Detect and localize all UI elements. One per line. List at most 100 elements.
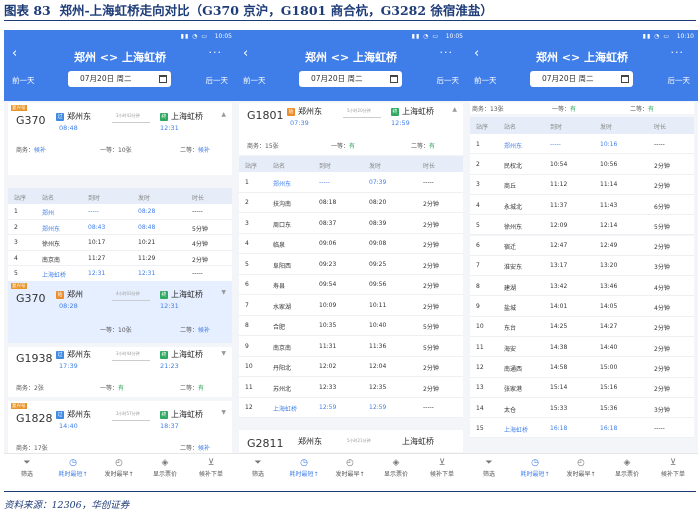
filter-button[interactable]: ⏷ 筛选 [235, 457, 281, 478]
sort-duration-button[interactable]: ◷ 耗时最短↑ [281, 457, 327, 478]
departure-station: 郑州东 [298, 437, 322, 446]
figure-title: 郑州-上海虹桥走向对比（G370 京沪，G1801 商合杭，G3282 徐宿淮盐… [59, 3, 493, 18]
train-card[interactable]: G1801 始 郑州东 07:39 5小时20分钟 终 上海虹桥 12:59 ▲… [239, 103, 463, 155]
start-icon: 始 [287, 108, 295, 116]
fuxing-badge: 复兴号 [11, 105, 27, 111]
arrival-time: 13:17 [550, 262, 568, 270]
train-card[interactable]: 复兴号 G1828 过 郑州东 14:40 3小时57分钟 终 上海虹桥 18:… [8, 401, 232, 453]
stop-index: 2 [245, 199, 249, 207]
seat-first: 一等：有 [331, 143, 356, 150]
next-day-button[interactable]: 后一天 [206, 75, 229, 86]
duration: 4小时03分钟 [116, 291, 140, 296]
departure-time: 12:04 [369, 363, 387, 371]
filter-button[interactable]: ⏷ 筛选 [466, 457, 512, 478]
clock-icon: ◷ [69, 458, 77, 468]
departure-time: 12:49 [600, 242, 618, 250]
sort-duration-button[interactable]: ◷ 耗时最短↑ [512, 457, 558, 478]
train-card[interactable]: 复兴号 G370 始 郑州 08:28 4小时03分钟 终 上海虹桥 12:31… [8, 281, 232, 343]
more-icon[interactable]: ··· [440, 46, 454, 59]
arrival-station: 上海虹桥 [171, 350, 203, 359]
stop-index: 4 [476, 201, 480, 209]
date-picker[interactable]: 07月20日 周二 [68, 71, 171, 87]
arrival-time: 11:12 [550, 181, 568, 189]
train-number: G1801 [247, 109, 284, 122]
arrival-time: 10:35 [319, 322, 337, 330]
stop-name: 东台 [504, 325, 517, 333]
stop-duration: 5分钟 [654, 223, 670, 231]
arrival-time: ----- [319, 178, 330, 186]
chevron-up-icon[interactable]: ▲ [221, 111, 226, 118]
stop-row: 7 水家湖 10:09 10:11 2分钟 [239, 295, 463, 316]
train-card[interactable]: G1938 过 郑州东 17:39 3小时44分钟 终 上海虹桥 21:23 ▼… [8, 347, 232, 397]
stop-name: 上海虹桥 [42, 272, 67, 280]
next-day-button[interactable]: 后一天 [437, 75, 460, 86]
status-bar: ▮▮ ◔ ▭ 10:05 [180, 33, 232, 40]
sort-departure-button[interactable]: ◴ 发时最早↑ [96, 457, 142, 478]
chevron-down-icon[interactable]: ▼ [221, 289, 226, 296]
departure-station: 郑州东 [67, 112, 91, 121]
stop-table-header: 站序 站名 到时 发时 时长 [8, 188, 232, 204]
sort-duration-button[interactable]: ◷ 耗时最短↑ [50, 457, 96, 478]
arrival-station: 上海虹桥 [171, 290, 203, 299]
train-card[interactable]: 复兴号 G370 过 郑州东 08:48 3小时43分钟 终 上海虹桥 12:3… [8, 103, 232, 175]
stop-row: 10 丹阳北 12:02 12:04 2分钟 [239, 356, 463, 377]
arrival-time: 11:27 [88, 254, 106, 262]
more-icon[interactable]: ··· [209, 46, 223, 59]
stop-table-header: 站序 站名 到时 发时 时长 [470, 117, 694, 134]
stop-duration: ----- [654, 140, 665, 148]
app-header: ▮▮ ◔ ▭ 10:05 ‹ 郑州 <> 上海虹桥 ··· 前一天 07月20日 … [235, 30, 467, 101]
filter-button[interactable]: ⏷ 筛选 [4, 457, 50, 478]
chevron-up-icon[interactable]: ▲ [452, 106, 457, 113]
stop-row: 2 郑州东 08:43 08:48 5分钟 [8, 219, 232, 235]
candidate-order-button[interactable]: ⊻ 候补下单 [188, 457, 234, 478]
phone-screenshot-2: ▮▮ ◔ ▭ 10:05 ‹ 郑州 <> 上海虹桥 ··· 前一天 07月20日 … [235, 30, 467, 487]
stop-index: 3 [476, 181, 480, 189]
stop-duration: 2分钟 [654, 345, 670, 353]
arrival-time: 12:59 [391, 119, 410, 127]
stop-row: 14 太仓 15:33 15:36 3分钟 [470, 397, 694, 419]
show-price-button[interactable]: ◈ 显示票价 [373, 457, 419, 478]
prev-day-button[interactable]: 前一天 [474, 75, 497, 86]
train-card[interactable]: G2811 郑州东 5小时21分钟 上海虹桥 [239, 430, 463, 452]
departure-time: 08:39 [369, 219, 387, 227]
chevron-down-icon[interactable]: ▼ [221, 350, 226, 357]
arrival-time: 12:47 [550, 242, 568, 250]
date-picker[interactable]: 07月20日 周二 [299, 71, 402, 87]
seat-summary: 商务：13张 一等：有 二等：有 [470, 102, 694, 114]
page-title: 郑州 <> 上海虹桥 [535, 51, 629, 64]
show-price-button[interactable]: ◈ 显示票价 [604, 457, 650, 478]
fuxing-badge: 复兴号 [11, 403, 27, 409]
cart-icon: ⊻ [438, 458, 446, 468]
arrival-time: 11:37 [550, 201, 568, 209]
stop-row: 10 东台 14:25 14:27 2分钟 [470, 316, 694, 337]
train-number: G370 [16, 114, 46, 127]
stop-index: 5 [476, 221, 480, 229]
departure-time: 08:28 [138, 208, 156, 216]
candidate-order-button[interactable]: ⊻ 候补下单 [650, 457, 696, 478]
stop-index: 2 [476, 160, 480, 168]
stop-index: 3 [245, 219, 249, 227]
chevron-down-icon[interactable]: ▼ [221, 409, 226, 416]
stop-row: 6 寿县 09:54 09:56 2分钟 [239, 274, 463, 295]
show-price-button[interactable]: ◈ 显示票价 [142, 457, 188, 478]
start-icon: 始 [56, 291, 64, 299]
sort-departure-button[interactable]: ◴ 发时最早↑ [558, 457, 604, 478]
arrival-time: 21:23 [160, 362, 179, 370]
next-day-button[interactable]: 后一天 [668, 75, 691, 86]
stop-index: 8 [476, 282, 480, 290]
departure-time: 09:25 [369, 260, 387, 268]
prev-day-button[interactable]: 前一天 [12, 75, 35, 86]
stop-name: 扶沟南 [273, 201, 292, 209]
arrival-station: 上海虹桥 [402, 437, 434, 446]
status-bar: ▮▮ ◔ ▭ 10:10 [642, 33, 694, 40]
prev-day-button[interactable]: 前一天 [243, 75, 266, 86]
date-picker[interactable]: 07月20日 周二 [530, 71, 633, 87]
seat-business: 商务：2张 [16, 385, 44, 392]
more-icon[interactable]: ··· [671, 46, 685, 59]
departure-time: 10:16 [600, 140, 618, 148]
candidate-order-button[interactable]: ⊻ 候补下单 [419, 457, 465, 478]
sort-departure-button[interactable]: ◴ 发时最早↑ [327, 457, 373, 478]
stop-index: 11 [476, 343, 484, 351]
train-number: G370 [16, 292, 46, 305]
departure-time: 14:40 [59, 422, 78, 430]
